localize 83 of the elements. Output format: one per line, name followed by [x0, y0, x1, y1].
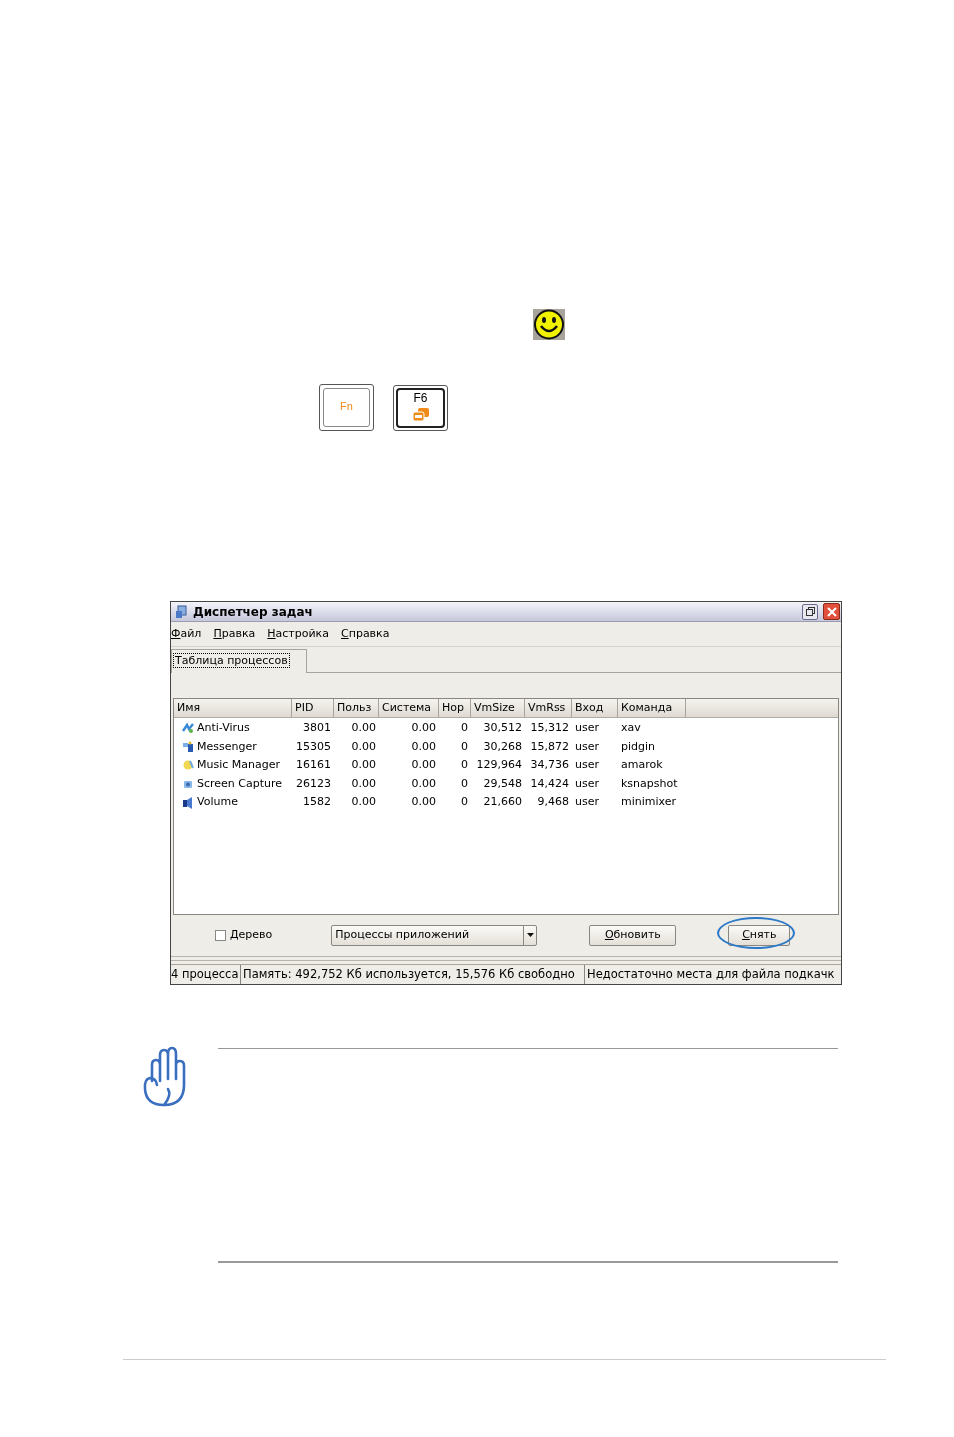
- row-icon: [182, 722, 194, 735]
- table-cell-text: 0.00: [411, 775, 436, 792]
- row-icon: [182, 778, 194, 791]
- table-cell: 9,468: [537, 794, 569, 811]
- table-cell: 0.00: [351, 794, 376, 811]
- close-button[interactable]: [823, 603, 840, 620]
- column-header[interactable]: Вход: [572, 699, 618, 717]
- push-button[interactable]: Снять: [728, 924, 791, 946]
- table-cell: 0: [461, 720, 468, 737]
- restore-icon: [805, 607, 815, 616]
- table-cell-text: 0.00: [351, 738, 376, 755]
- tree-checkbox[interactable]: Дерево: [215, 926, 273, 944]
- smiley-icon: [533, 309, 565, 340]
- row-icon: [182, 796, 194, 809]
- table-cell: 0: [461, 794, 468, 811]
- table-cell: 0.00: [351, 757, 376, 774]
- column-header[interactable]: Польз: [334, 699, 379, 717]
- table-cell: Anti-Virus: [197, 720, 250, 737]
- table-cell: minimixer: [621, 794, 677, 811]
- column-header[interactable]: VmRss: [525, 699, 572, 717]
- status-bar-segment: 4 процесса: [171, 965, 241, 984]
- table-cell-text: pidgin: [621, 738, 656, 755]
- table-cell: 0.00: [411, 720, 436, 737]
- table-cell-text: 26123: [296, 775, 331, 792]
- table-cell: 34,736: [530, 757, 569, 774]
- filter-dropdown[interactable]: Процессы приложений: [331, 924, 538, 946]
- table-cell-text: user: [575, 738, 599, 755]
- table-cell: user: [575, 720, 599, 737]
- table-cell-text: 15305: [296, 738, 331, 755]
- row-icon: [182, 759, 194, 772]
- caret-icon: [526, 933, 534, 937]
- menu-item[interactable]: Справка: [341, 625, 390, 643]
- table-cell: 30,512: [483, 720, 522, 737]
- table-cell: xav: [621, 720, 641, 737]
- display-switch-icon: [411, 407, 430, 422]
- table-cell: 0: [461, 757, 468, 774]
- table-cell: user: [575, 757, 599, 774]
- table-cell-text: 29,548: [483, 775, 522, 792]
- column-header[interactable]: PID: [292, 699, 334, 717]
- table-cell: Music Manager: [197, 757, 280, 774]
- raised-hand-icon: [142, 1045, 186, 1107]
- keyboard-key: Fn: [319, 384, 374, 431]
- menu-item[interactable]: Файл: [171, 625, 202, 643]
- table-cell-text: 0: [461, 738, 468, 755]
- status-bar-segment: Недостаточно места для файла подкачк: [585, 965, 841, 984]
- close-icon: [826, 606, 837, 617]
- table-cell-text: 14,424: [530, 775, 569, 792]
- column-header[interactable]: Команда: [618, 699, 686, 717]
- keyboard-key: F6: [393, 385, 448, 431]
- table-cell: 1582: [303, 794, 331, 811]
- restore-button[interactable]: [802, 603, 818, 620]
- table-cell: 0.00: [411, 794, 436, 811]
- column-header[interactable]: Имя: [174, 699, 292, 717]
- table-cell: 21,660: [483, 794, 522, 811]
- column-header[interactable]: Нор: [439, 699, 471, 717]
- table-cell-text: 0.00: [411, 738, 436, 755]
- table-cell: amarok: [621, 757, 663, 774]
- table-cell: user: [575, 794, 599, 811]
- table-cell-text: 30,268: [483, 738, 522, 755]
- table-cell: 0.00: [411, 757, 436, 774]
- push-button[interactable]: Обновить: [589, 924, 677, 946]
- status-bar-segment: Память: 492,752 Кб используется, 15,576 Кб свободно: [241, 965, 585, 984]
- table-cell-text: ksnapshot: [621, 775, 678, 792]
- table-cell: 129,964: [476, 757, 522, 774]
- column-header[interactable]: VmSize: [471, 699, 525, 717]
- menu-item[interactable]: Настройка: [267, 625, 329, 643]
- table-cell: 0.00: [351, 720, 376, 737]
- column-header[interactable]: Система: [379, 699, 439, 717]
- table-cell-text: Screen Capture: [197, 775, 283, 792]
- window-title: Диспетчер задач: [193, 603, 313, 621]
- table-cell-text: 0.00: [351, 775, 376, 792]
- table-cell-text: 0: [461, 775, 468, 792]
- table-cell-text: Messenger: [197, 738, 257, 755]
- table-cell: 16161: [296, 757, 331, 774]
- table-cell-text: 15,872: [530, 738, 569, 755]
- table-cell: Volume: [197, 794, 238, 811]
- row-icon: [182, 740, 194, 753]
- table-cell-text: user: [575, 775, 599, 792]
- menu-item[interactable]: Правка: [213, 625, 256, 643]
- table-cell: 3801: [303, 720, 331, 737]
- app-icon: [175, 604, 188, 619]
- tab[interactable]: Таблица процессов: [171, 649, 307, 673]
- table-cell: 15,312: [530, 720, 569, 737]
